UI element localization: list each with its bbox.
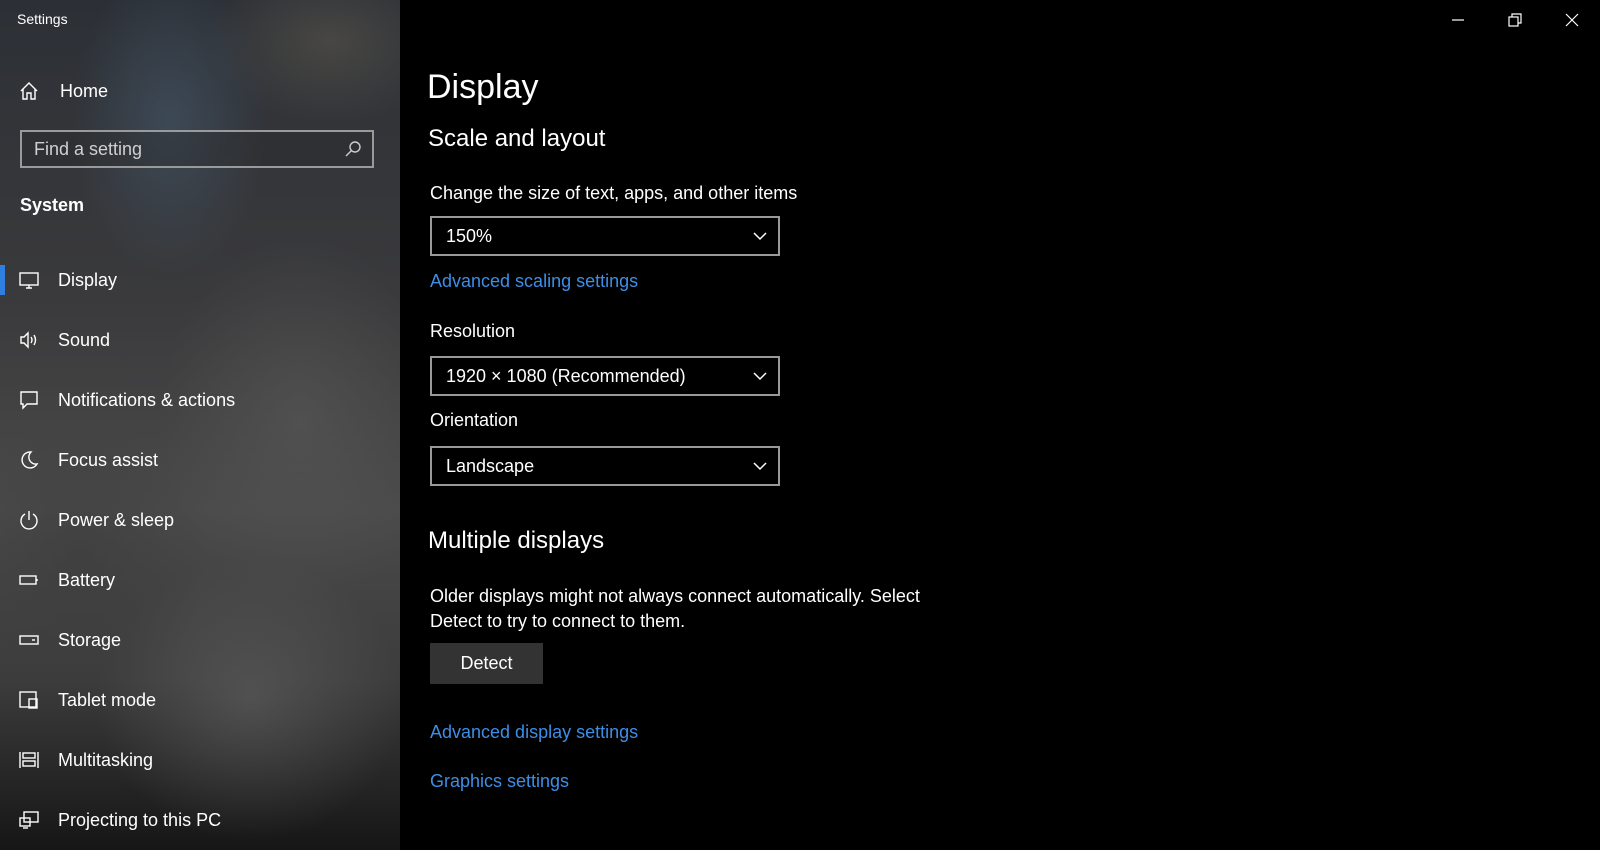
sidebar-item-label: Tablet mode bbox=[58, 689, 157, 710]
chevron-down-icon bbox=[753, 462, 767, 471]
minimize-button[interactable] bbox=[1429, 0, 1486, 40]
detect-button[interactable]: Detect bbox=[430, 643, 543, 684]
close-button[interactable] bbox=[1543, 0, 1600, 40]
chevron-down-icon bbox=[753, 372, 767, 381]
power-icon bbox=[18, 509, 40, 531]
sidebar-nav: Display Sound Notifications & actions Fo… bbox=[0, 250, 400, 850]
multiple-displays-heading: Multiple displays bbox=[428, 527, 605, 554]
monitor-icon bbox=[18, 269, 40, 291]
sidebar-item-label: Sound bbox=[58, 329, 111, 350]
sidebar-item-label: Storage bbox=[58, 629, 122, 650]
home-nav-item[interactable]: Home bbox=[18, 76, 108, 106]
search-icon[interactable] bbox=[342, 138, 364, 160]
moon-icon bbox=[18, 449, 40, 471]
sidebar-item-label: Multitasking bbox=[58, 749, 154, 770]
storage-icon bbox=[18, 629, 40, 651]
sidebar-item-label: Power & sleep bbox=[58, 509, 175, 530]
scale-value: 150% bbox=[446, 225, 493, 246]
advanced-scaling-link[interactable]: Advanced scaling settings bbox=[430, 271, 638, 292]
orientation-label: Orientation bbox=[430, 410, 519, 430]
sidebar-item-label: Battery bbox=[58, 569, 116, 590]
tablet-mode-icon bbox=[18, 689, 40, 711]
advanced-display-link[interactable]: Advanced display settings bbox=[430, 722, 638, 743]
minimize-icon bbox=[1451, 19, 1464, 21]
sidebar-item-sound[interactable]: Sound bbox=[0, 310, 400, 370]
resolution-value: 1920 × 1080 (Recommended) bbox=[446, 365, 686, 386]
home-icon bbox=[18, 80, 40, 102]
sidebar-item-storage[interactable]: Storage bbox=[0, 610, 400, 670]
sidebar-item-battery[interactable]: Battery bbox=[0, 550, 400, 610]
search-input[interactable] bbox=[22, 137, 342, 161]
sidebar-item-label: Projecting to this PC bbox=[58, 809, 222, 830]
main-content: Display Scale and layout Change the size… bbox=[400, 0, 1600, 850]
settings-window: Settings Home System Display bbox=[0, 0, 1600, 850]
scale-label: Change the size of text, apps, and other… bbox=[430, 183, 798, 203]
sidebar-item-focus-assist[interactable]: Focus assist bbox=[0, 430, 400, 490]
speaker-icon bbox=[18, 329, 40, 351]
sidebar-item-tablet-mode[interactable]: Tablet mode bbox=[0, 670, 400, 730]
multiple-displays-description: Older displays might not always connect … bbox=[430, 586, 920, 631]
restore-button[interactable] bbox=[1486, 0, 1543, 40]
close-icon bbox=[1565, 13, 1578, 27]
orientation-dropdown[interactable]: Landscape bbox=[430, 446, 780, 486]
resolution-dropdown[interactable]: 1920 × 1080 (Recommended) bbox=[430, 356, 780, 396]
sidebar-item-label: Focus assist bbox=[58, 449, 159, 470]
sidebar-item-projecting[interactable]: Projecting to this PC bbox=[0, 790, 400, 850]
resolution-label: Resolution bbox=[430, 321, 516, 341]
graphics-settings-link[interactable]: Graphics settings bbox=[430, 771, 569, 792]
search-box[interactable] bbox=[20, 130, 374, 168]
sidebar-item-display[interactable]: Display bbox=[0, 250, 400, 310]
scale-dropdown[interactable]: 150% bbox=[430, 216, 780, 256]
page-title: Display bbox=[427, 68, 539, 106]
battery-icon bbox=[18, 569, 40, 591]
projecting-icon bbox=[18, 809, 40, 831]
sidebar-item-multitasking[interactable]: Multitasking bbox=[0, 730, 400, 790]
section-label: System bbox=[20, 195, 85, 215]
notification-icon bbox=[18, 389, 40, 411]
scale-layout-heading: Scale and layout bbox=[428, 125, 606, 152]
sidebar-item-power-sleep[interactable]: Power & sleep bbox=[0, 490, 400, 550]
sidebar-item-label: Notifications & actions bbox=[58, 389, 236, 410]
restore-icon bbox=[1507, 13, 1522, 27]
orientation-value: Landscape bbox=[446, 455, 535, 476]
sidebar-item-label: Display bbox=[58, 269, 118, 290]
sidebar: Settings Home System Display bbox=[0, 0, 400, 850]
window-controls bbox=[1429, 0, 1600, 40]
app-title: Settings bbox=[17, 11, 68, 27]
chevron-down-icon bbox=[753, 232, 767, 241]
multitasking-icon bbox=[18, 749, 40, 771]
home-label: Home bbox=[60, 80, 109, 101]
sidebar-item-notifications[interactable]: Notifications & actions bbox=[0, 370, 400, 430]
